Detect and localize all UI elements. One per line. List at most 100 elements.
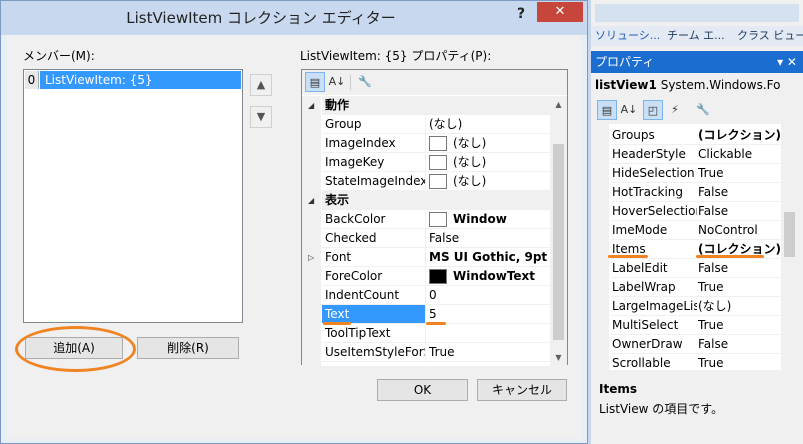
collapse-icon[interactable]: ◢	[308, 96, 320, 115]
property-row[interactable]: Scrollable True	[595, 354, 781, 370]
property-value[interactable]: (なし)	[697, 297, 781, 316]
members-list[interactable]: 0 ListViewItem: {5}	[23, 69, 243, 323]
expand-icon[interactable]: ▷	[308, 248, 320, 267]
property-value[interactable]: True	[697, 316, 781, 335]
property-value[interactable]: True	[426, 343, 550, 362]
events-icon[interactable]: ⚡	[665, 100, 685, 120]
property-value[interactable]: Clickable	[697, 145, 781, 164]
property-value[interactable]: False	[426, 229, 550, 248]
property-row[interactable]: HotTracking False	[595, 183, 781, 202]
property-row[interactable]: Group (なし)	[302, 115, 550, 134]
property-value[interactable]: True	[697, 354, 781, 370]
property-row[interactable]: ImageIndex (なし)	[302, 134, 550, 153]
property-name[interactable]: Group	[322, 115, 426, 134]
property-name[interactable]: OwnerDraw	[611, 335, 697, 354]
property-value[interactable]: (なし)	[426, 153, 550, 172]
property-name[interactable]: StateImageIndex	[322, 172, 426, 191]
property-value[interactable]: 0	[426, 286, 550, 305]
move-up-button[interactable]: ▲	[250, 74, 272, 96]
list-item[interactable]: 0 ListViewItem: {5}	[25, 71, 241, 89]
property-row[interactable]: LabelEdit False	[595, 259, 781, 278]
panel-options-icon[interactable]: ▾ ✕	[777, 51, 797, 73]
tab-solution-explorer[interactable]: ソリューシ...	[595, 26, 660, 46]
property-value[interactable]: False	[697, 202, 781, 221]
property-name[interactable]: LargeImageList	[611, 297, 697, 316]
property-name[interactable]: BackColor	[322, 210, 426, 229]
object-selector[interactable]: listView1 System.Windows.Fo	[595, 75, 801, 95]
property-name[interactable]: ForeColor	[322, 267, 426, 286]
property-value[interactable]: NoControl	[697, 221, 781, 240]
scroll-up-icon[interactable]: ▲	[550, 96, 567, 113]
property-row[interactable]: UseItemStyleForSubItemsTrue	[302, 343, 550, 362]
property-pages-icon[interactable]: ◰	[643, 100, 663, 120]
property-row[interactable]: LabelWrap True	[595, 278, 781, 297]
property-value[interactable]: (なし)	[426, 115, 550, 134]
property-row[interactable]: Groups (コレクション)	[595, 126, 781, 145]
ok-button[interactable]: OK	[377, 379, 468, 401]
property-name[interactable]: HeaderStyle	[611, 145, 697, 164]
scroll-down-icon[interactable]: ▼	[550, 349, 567, 366]
property-row[interactable]: Checked False	[302, 229, 550, 248]
property-value[interactable]: False	[697, 335, 781, 354]
title-bar[interactable]: ListViewItem コレクション エディター ? ✕	[1, 1, 587, 35]
property-row[interactable]: OwnerDraw False	[595, 335, 781, 354]
move-down-button[interactable]: ▼	[250, 106, 272, 128]
property-name[interactable]: ImageIndex	[322, 134, 426, 153]
properties-scrollbar[interactable]	[781, 124, 798, 370]
property-value[interactable]: Window	[426, 210, 550, 229]
property-name[interactable]: ImageKey	[322, 153, 426, 172]
property-row[interactable]: HeaderStyle Clickable	[595, 145, 781, 164]
categorized-icon[interactable]: ▤	[597, 100, 617, 120]
property-name[interactable]: Font	[322, 248, 426, 267]
property-row[interactable]: ToolTipText	[302, 324, 550, 343]
help-button[interactable]: ?	[510, 3, 532, 25]
tab-class-view[interactable]: クラス ビュー	[737, 26, 803, 46]
property-row[interactable]: ImageKey (なし)	[302, 153, 550, 172]
tab-team-explorer[interactable]: チーム エ...	[667, 26, 725, 46]
property-name[interactable]: MultiSelect	[611, 316, 697, 335]
property-value[interactable]: False	[697, 183, 781, 202]
property-value[interactable]: True	[697, 164, 781, 183]
property-name[interactable]: LabelWrap	[611, 278, 697, 297]
property-row[interactable]: BackColor Window	[302, 210, 550, 229]
property-row[interactable]: HoverSelection False	[595, 202, 781, 221]
property-row[interactable]: ImeMode NoControl	[595, 221, 781, 240]
property-value[interactable]: False	[697, 259, 781, 278]
property-name[interactable]: HideSelection	[611, 164, 697, 183]
alphabetical-icon[interactable]: A↓	[327, 72, 347, 92]
property-name[interactable]: ImeMode	[611, 221, 697, 240]
property-value[interactable]: MS UI Gothic, 9pt	[426, 248, 550, 267]
category-row[interactable]: ◢ 表示	[302, 191, 553, 210]
property-row[interactable]: HideSelection True	[595, 164, 781, 183]
property-name[interactable]: HotTracking	[611, 183, 697, 202]
property-name[interactable]: LabelEdit	[611, 259, 697, 278]
property-name[interactable]: UseItemStyleForSubItems	[322, 343, 426, 362]
property-row[interactable]: StateImageIndex (なし)	[302, 172, 550, 191]
property-row[interactable]: ForeColor WindowText	[302, 267, 550, 286]
grid-scrollbar[interactable]: ▲ ▼	[550, 96, 567, 366]
property-name[interactable]: Checked	[322, 229, 426, 248]
property-value[interactable]: True	[697, 278, 781, 297]
collapse-icon[interactable]: ◢	[308, 191, 320, 210]
property-row[interactable]: IndentCount 0	[302, 286, 550, 305]
property-row[interactable]: MultiSelect True	[595, 316, 781, 335]
categorized-icon[interactable]: ▤	[305, 72, 325, 92]
remove-button[interactable]: 削除(R)	[137, 337, 239, 359]
category-row[interactable]: ◢ 動作	[302, 96, 553, 115]
alphabetical-icon[interactable]: A↓	[619, 100, 639, 120]
wrench-icon[interactable]: 🔧	[355, 72, 375, 92]
property-value[interactable]: (コレクション)	[697, 126, 781, 145]
property-row[interactable]: ▷ Font MS UI Gothic, 9pt	[302, 248, 550, 267]
property-name[interactable]: ToolTipText	[322, 324, 426, 343]
property-value[interactable]: (なし)	[426, 172, 550, 191]
scroll-thumb[interactable]	[784, 212, 795, 257]
property-value[interactable]: WindowText	[426, 267, 550, 286]
property-name[interactable]: HoverSelection	[611, 202, 697, 221]
property-name[interactable]: IndentCount	[322, 286, 426, 305]
close-button[interactable]: ✕	[537, 2, 583, 22]
property-value[interactable]	[426, 324, 550, 343]
scroll-thumb[interactable]	[553, 144, 564, 340]
cancel-button[interactable]: キャンセル	[477, 379, 567, 401]
property-row[interactable]: LargeImageList (なし)	[595, 297, 781, 316]
property-value[interactable]: (なし)	[426, 134, 550, 153]
